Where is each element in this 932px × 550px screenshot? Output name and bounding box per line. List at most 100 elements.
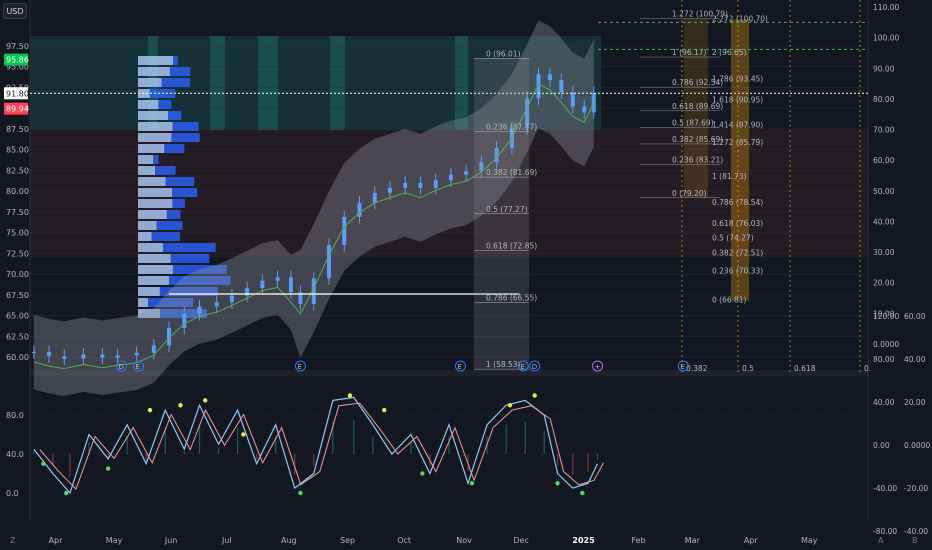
candle: [372, 192, 377, 203]
fib-level-label: 0.5 (77.27): [486, 205, 528, 214]
volume-profile-bar: [164, 144, 185, 153]
candle: [288, 277, 293, 293]
osc-right-tick: -80.00: [873, 527, 897, 536]
volume-profile-bar: [138, 78, 162, 87]
volume-profile-bar: [138, 221, 157, 230]
osc-signal-dot: [178, 403, 183, 408]
right-axis-tick: 20.00: [873, 279, 895, 288]
fib-extension-label: 0.236 (70.33): [712, 266, 763, 275]
osc-right-tick: 40.00: [873, 398, 895, 407]
fib-level-label: 0 (96.01): [486, 49, 521, 58]
fib-level-label: 0 (79.20): [672, 189, 707, 198]
volume-profile-bar: [153, 155, 159, 164]
left-axis-tick: 87.50: [6, 125, 29, 134]
volume-profile-bar: [138, 232, 152, 241]
x-axis-label: May: [106, 536, 123, 545]
candle: [214, 302, 219, 307]
osc-signal-dot: [347, 393, 353, 398]
osc-signal-dot: [241, 432, 246, 437]
fib-extension-label: 1.414 (87.90): [712, 121, 763, 130]
volume-profile-bar: [138, 122, 173, 131]
candle: [582, 106, 587, 113]
x-axis-label: 2025: [572, 536, 595, 545]
left-axis-tick: 70.00: [6, 270, 29, 279]
auto-scale-button[interactable]: A: [878, 536, 883, 545]
candle: [403, 182, 408, 188]
fib-level-label: 0.236 (83.21): [672, 156, 723, 165]
price-label: 89.94: [6, 105, 29, 114]
volume-profile-bar: [138, 265, 173, 274]
x-axis-label: Jul: [221, 536, 232, 545]
fib-extension-label: 0.382 (72.51): [712, 248, 763, 257]
fib-extension-label: 0 (66.81): [712, 296, 747, 305]
candle: [418, 182, 423, 188]
osc-signal-dot: [63, 490, 69, 496]
osc-signal-dot: [298, 490, 303, 496]
right-axis-tick: 0.0000: [873, 340, 899, 349]
candle: [357, 202, 362, 217]
signal-column-1: [210, 36, 225, 130]
left-axis-tick: 60.00: [6, 353, 29, 362]
volume-profile-bar: [138, 254, 171, 263]
osc-signal-dot: [469, 481, 475, 486]
candle: [547, 74, 552, 81]
osc-signal-dot: [147, 407, 153, 413]
candle: [62, 356, 67, 359]
fib-extension-label: 1.786 (93.45): [712, 75, 763, 84]
right-axis-tick: 50.00: [873, 187, 895, 196]
event-marker-letter: +: [595, 363, 601, 371]
right-axis-tick: 40.00: [873, 217, 895, 226]
candle: [433, 180, 438, 188]
x-axis-label: Mar: [685, 536, 701, 545]
fib-level-label: 1 (58.53): [486, 360, 521, 369]
candle: [229, 295, 234, 303]
osc-right-inner-tick: 20.00: [904, 398, 926, 407]
volume-profile-bar: [138, 287, 160, 296]
osc-right-inner-tick: 40.00: [904, 355, 926, 364]
x-axis-label: Aug: [281, 536, 297, 545]
volume-profile-bar: [151, 232, 180, 241]
volume-profile-bar: [172, 188, 198, 197]
osc-signal-dot: [382, 407, 387, 413]
event-marker-letter: E: [136, 363, 140, 371]
left-axis-tick: 72.50: [6, 249, 29, 258]
osc-signal-dot: [555, 481, 560, 486]
left-axis-tick: 65.00: [6, 312, 29, 321]
volume-profile-bar: [172, 199, 185, 208]
chart-canvas[interactable]: 97.5095.0092.5090.0087.5085.0082.5080.00…: [0, 0, 932, 550]
candle: [182, 313, 187, 328]
event-marker-letter: E: [520, 363, 524, 371]
volume-profile-bar: [163, 243, 216, 252]
volume-profile-bar: [166, 210, 181, 219]
volume-profile-bar: [155, 166, 176, 175]
volume-profile-bar: [138, 210, 167, 219]
volume-profile-bar: [156, 221, 183, 230]
volume-profile-bar: [168, 111, 182, 120]
log-scale-button[interactable]: B: [912, 536, 918, 545]
osc-signal-dot: [41, 461, 46, 466]
x-axis-label: Nov: [456, 536, 472, 545]
candle: [115, 355, 120, 358]
volume-profile-bar: [169, 67, 191, 76]
event-marker-letter: D: [118, 363, 123, 371]
right-axis-tick: 100.00: [873, 34, 899, 43]
left-axis-tick: 82.50: [6, 166, 29, 175]
price-label: 91.80: [6, 89, 29, 98]
left-axis-tick: 75.00: [6, 229, 29, 238]
candle: [464, 171, 469, 175]
candle: [81, 354, 86, 359]
volume-profile-bar: [161, 78, 190, 87]
right-axis-tick: 60.00: [873, 156, 895, 165]
right-axis-tick: 80.00: [873, 95, 895, 104]
timezone-button[interactable]: Z: [10, 536, 15, 545]
right-axis-tick: 30.00: [873, 248, 895, 257]
event-marker-letter: E: [457, 363, 461, 371]
volume-profile-bar: [138, 133, 172, 142]
volume-profile-bar: [138, 67, 170, 76]
currency-button[interactable]: USD: [3, 3, 27, 19]
osc-right-inner-tick: -20.00: [904, 484, 928, 493]
volume-profile-bar: [173, 56, 178, 65]
candle: [342, 216, 347, 246]
fib-extension-label: 1 (81.73): [712, 172, 747, 181]
volume-profile-bar: [138, 276, 169, 285]
